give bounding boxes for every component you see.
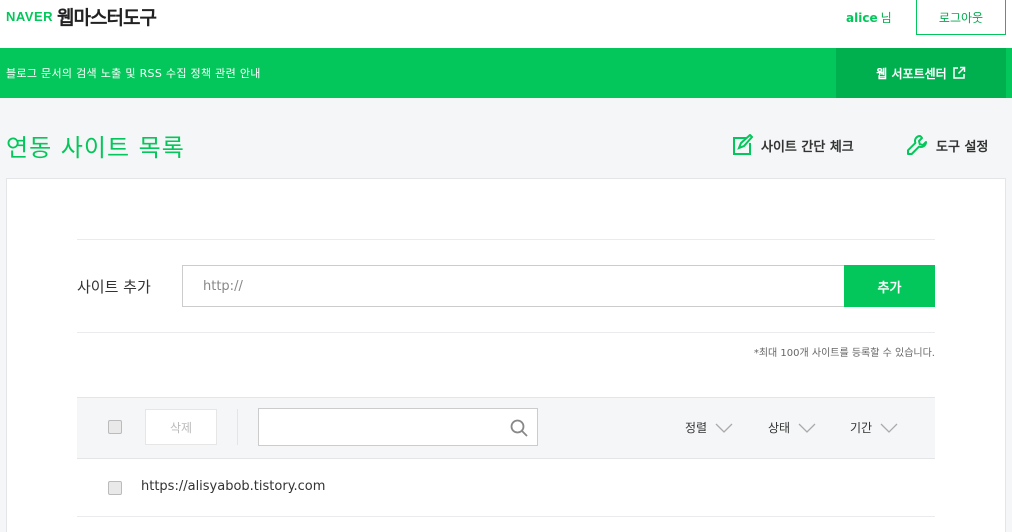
username-text: alice — [846, 11, 878, 25]
search-icon[interactable] — [509, 418, 529, 438]
chevron-down-icon — [798, 423, 816, 433]
edit-check-icon — [733, 134, 753, 155]
header: NAVER 웹마스터도구 alice 님 로그아웃 — [0, 0, 1012, 48]
status-label: 상태 — [768, 421, 791, 435]
site-quick-check-label: 사이트 간단 체크 — [761, 139, 854, 155]
site-url-input[interactable] — [182, 265, 845, 307]
divider — [77, 332, 935, 333]
tool-settings-link[interactable]: 도구 설정 — [906, 134, 988, 156]
select-all-checkbox[interactable] — [108, 420, 122, 434]
page-title: 연동 사이트 목록 — [6, 134, 185, 162]
site-search-input[interactable] — [259, 409, 499, 445]
site-list-panel: 사이트 추가 추가 *최대 100개 사이트를 등록할 수 있습니다. 삭제 정… — [6, 178, 1006, 532]
site-url-link[interactable]: https://alisyabob.tistory.com — [141, 479, 325, 494]
table-row: https://alisyabob.tistory.com — [77, 459, 935, 517]
tool-settings-label: 도구 설정 — [936, 139, 989, 155]
status-dropdown[interactable]: 상태 — [768, 419, 816, 436]
banner-notice-link[interactable]: 블로그 문서의 검색 노출 및 RSS 수집 정책 관련 안내 — [6, 65, 261, 81]
divider — [77, 239, 935, 240]
sort-label: 정렬 — [685, 421, 708, 435]
chevron-down-icon — [715, 423, 733, 433]
max-sites-notice: *최대 100개 사이트를 등록할 수 있습니다. — [753, 348, 935, 359]
external-link-icon — [952, 66, 965, 79]
username-suffix: 님 — [880, 11, 892, 25]
delete-button[interactable]: 삭제 — [145, 409, 217, 445]
site-search-box — [258, 408, 538, 446]
site-row-checkbox[interactable] — [108, 481, 122, 495]
add-site-button[interactable]: 추가 — [844, 265, 935, 307]
period-label: 기간 — [850, 421, 873, 435]
logout-button[interactable]: 로그아웃 — [916, 0, 1006, 35]
support-center-label: 웹 서포트센터 — [876, 66, 947, 81]
list-toolbar: 삭제 정렬 상태 기간 — [77, 397, 935, 459]
notice-banner: 블로그 문서의 검색 노출 및 RSS 수집 정책 관련 안내 웹 서포트센터 — [0, 48, 1012, 98]
wrench-icon — [907, 135, 927, 155]
site-quick-check-link[interactable]: 사이트 간단 체크 — [731, 134, 854, 156]
sort-dropdown[interactable]: 정렬 — [685, 419, 733, 436]
naver-logo-text: NAVER — [6, 8, 54, 24]
period-dropdown[interactable]: 기간 — [850, 419, 898, 436]
add-site-label: 사이트 추가 — [77, 278, 151, 296]
support-center-button[interactable]: 웹 서포트센터 — [836, 48, 1006, 98]
chevron-down-icon — [880, 423, 898, 433]
username: alice 님 — [846, 9, 892, 26]
service-name: 웹마스터도구 — [57, 6, 157, 29]
toolbar-separator — [237, 409, 238, 445]
logo[interactable]: NAVER 웹마스터도구 — [6, 2, 157, 30]
